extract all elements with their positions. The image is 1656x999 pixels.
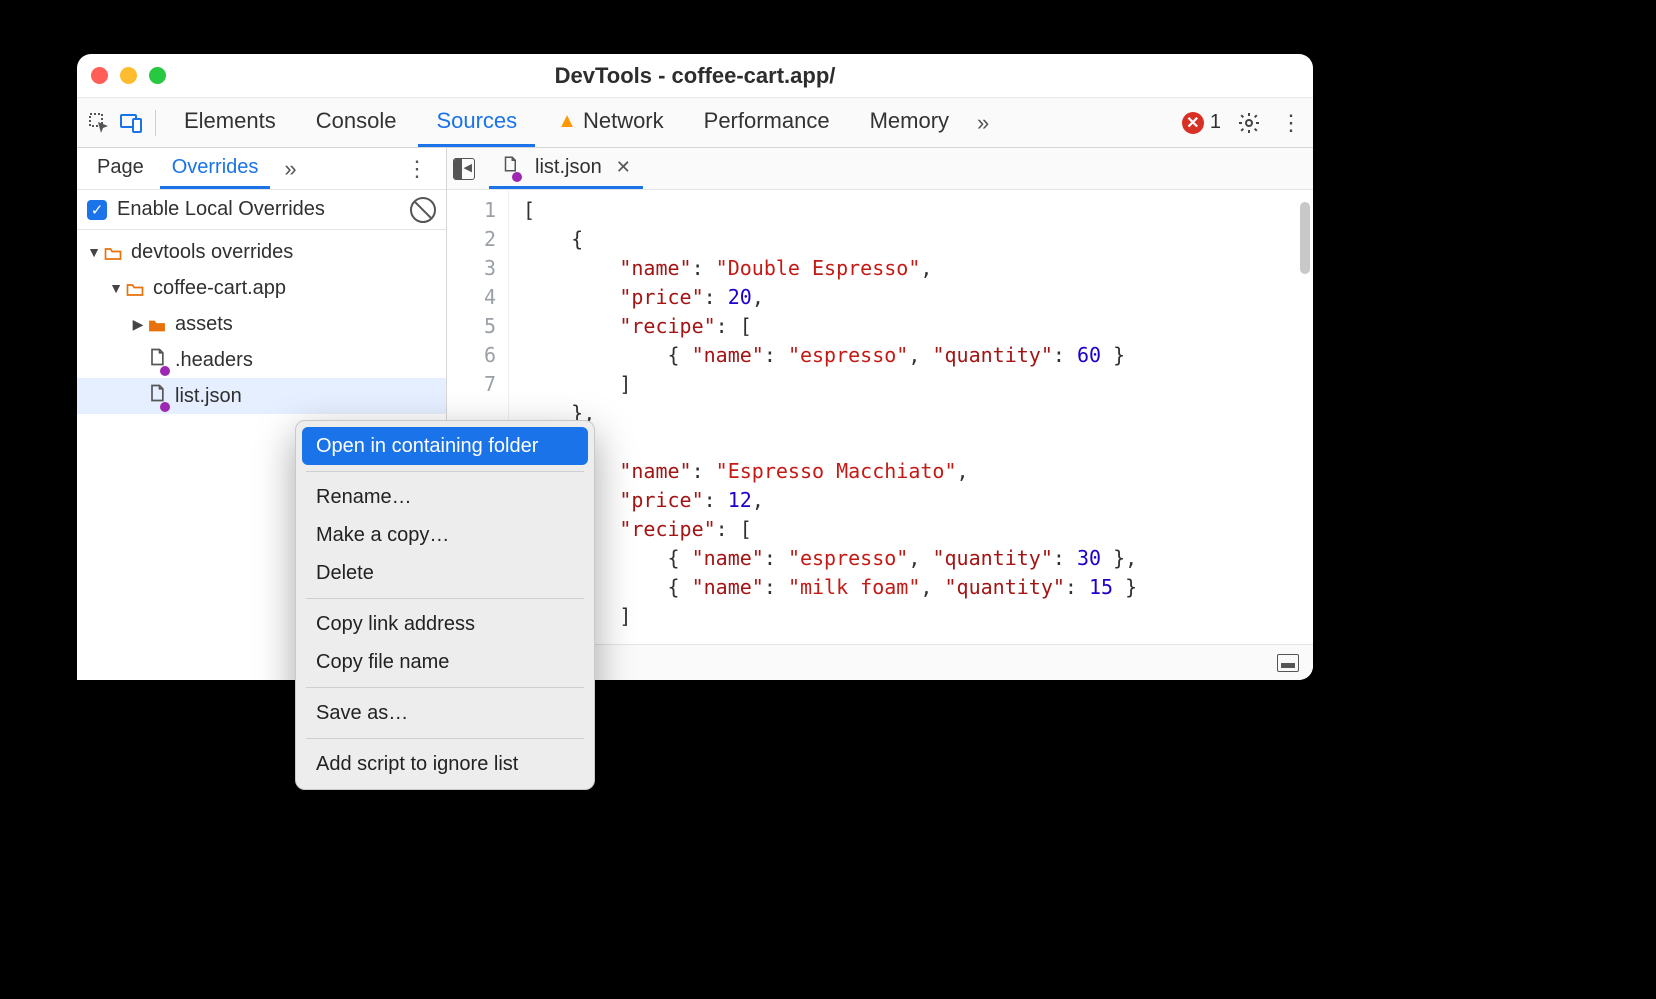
titlebar: DevTools - coffee-cart.app/ [77,54,1313,98]
disclosure-icon: ▶ [129,316,147,333]
zoom-window-button[interactable] [149,67,166,84]
tab-console[interactable]: Console [298,99,415,147]
folder-icon [147,316,167,332]
tree-label: devtools overrides [131,241,293,264]
tree-row-root[interactable]: ▼ devtools overrides [77,234,446,270]
menu-separator [306,738,584,739]
tabs-overflow-icon[interactable]: » [971,110,995,136]
file-icon [147,383,167,409]
line-number: 2 [447,225,496,254]
error-badge[interactable]: ✕ 1 [1182,111,1221,134]
navigator-more-icon[interactable]: ⋮ [396,156,438,182]
line-number: 3 [447,254,496,283]
folder-icon [103,244,123,260]
enable-overrides-checkbox[interactable]: ✓ [87,200,107,220]
warning-icon: ▲ [557,110,577,133]
panel-body: Page Overrides » ⋮ ✓ Enable Local Overri… [77,148,1313,680]
tree-label: list.json [175,385,242,408]
menu-separator [306,471,584,472]
menu-open-containing-folder[interactable]: Open in containing folder [302,427,588,465]
line-number: 7 [447,370,496,399]
menu-save-as[interactable]: Save as… [302,694,588,732]
tab-network[interactable]: ▲ Network [539,99,681,147]
disclosure-icon: ▼ [107,280,125,296]
tab-network-label: Network [583,108,664,134]
tab-sources[interactable]: Sources [418,99,535,147]
menu-copy-filename[interactable]: Copy file name [302,643,588,681]
editor-tab-list[interactable]: list.json ✕ [489,149,643,189]
subtab-overrides[interactable]: Overrides [160,149,271,189]
file-icon [147,347,167,373]
menu-rename[interactable]: Rename… [302,478,588,516]
window-title: DevTools - coffee-cart.app/ [77,63,1313,89]
minimize-window-button[interactable] [120,67,137,84]
tab-memory[interactable]: Memory [852,99,967,147]
file-tree: ▼ devtools overrides ▼ coffee-cart.app [77,230,446,418]
close-tab-icon[interactable]: ✕ [616,157,631,178]
tree-label: coffee-cart.app [153,277,286,300]
show-drawer-icon[interactable] [1277,654,1299,672]
device-toolbar-icon[interactable] [117,109,145,137]
tree-row-assets[interactable]: ▶ assets [77,306,446,342]
subtabs-overflow-icon[interactable]: » [278,156,302,182]
tree-row-headers[interactable]: .headers [77,342,446,378]
traffic-lights [91,67,166,84]
context-menu: Open in containing folder Rename… Make a… [295,420,595,790]
menu-separator [306,598,584,599]
menu-add-to-ignore[interactable]: Add script to ignore list [302,745,588,783]
modified-dot-icon [160,402,170,412]
menu-separator [306,687,584,688]
subtab-page[interactable]: Page [85,149,156,189]
toolbar-divider [155,110,156,136]
error-icon: ✕ [1182,112,1204,134]
scrollbar-thumb[interactable] [1300,202,1310,274]
tree-label: assets [175,313,233,336]
navigator-subtabs: Page Overrides » ⋮ [77,148,446,190]
error-count: 1 [1210,111,1221,134]
settings-icon[interactable] [1235,109,1263,137]
main-toolbar: Elements Console Sources ▲ Network Perfo… [77,98,1313,148]
line-number: 1 [447,196,496,225]
devtools-window: DevTools - coffee-cart.app/ Elements Con… [77,54,1313,680]
tree-row-site[interactable]: ▼ coffee-cart.app [77,270,446,306]
more-icon[interactable]: ⋮ [1277,109,1305,137]
overrides-bar: ✓ Enable Local Overrides [77,190,446,230]
file-icon [501,155,519,179]
editor-tabs: list.json ✕ [447,148,1313,190]
menu-delete[interactable]: Delete [302,554,588,592]
line-number: 4 [447,283,496,312]
tree-label: .headers [175,349,253,372]
close-window-button[interactable] [91,67,108,84]
disclosure-icon: ▼ [85,244,103,260]
editor-tab-label: list.json [535,156,602,179]
tab-performance[interactable]: Performance [686,99,848,147]
toggle-navigator-icon[interactable] [453,158,475,180]
toolbar-right: ✕ 1 ⋮ [1182,109,1305,137]
folder-icon [125,280,145,296]
line-number: 5 [447,312,496,341]
menu-make-copy[interactable]: Make a copy… [302,516,588,554]
line-number: 6 [447,341,496,370]
modified-dot-icon [512,172,522,182]
enable-overrides-label: Enable Local Overrides [117,198,325,221]
inspect-element-icon[interactable] [85,109,113,137]
modified-dot-icon [160,366,170,376]
tab-elements[interactable]: Elements [166,99,294,147]
tree-row-list[interactable]: list.json [77,378,446,414]
code-area[interactable]: [ { "name": "Double Espresso", "price": … [509,190,1313,644]
clear-overrides-icon[interactable] [410,197,436,223]
menu-copy-link[interactable]: Copy link address [302,605,588,643]
